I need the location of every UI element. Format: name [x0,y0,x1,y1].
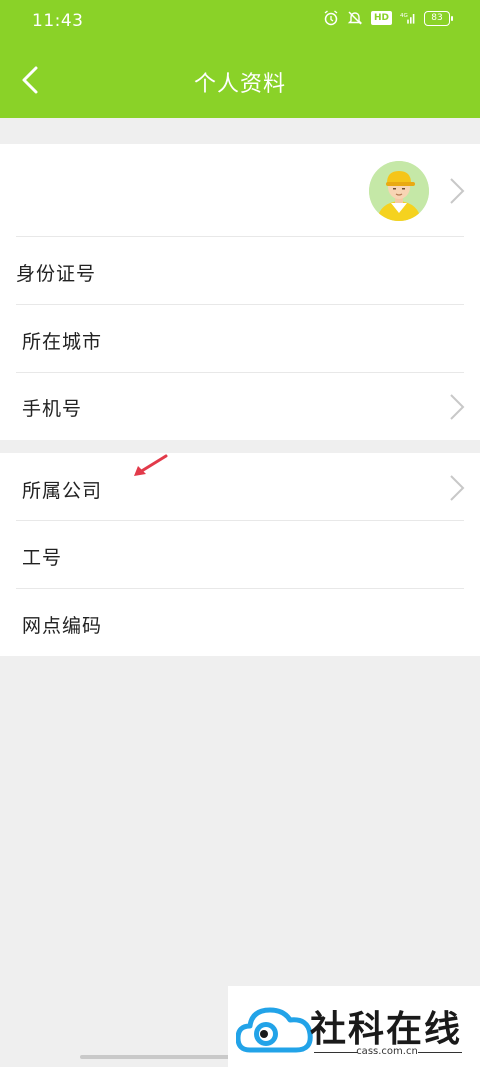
profile-group-basic: 身份证号 所在城市 手机号 [0,144,480,440]
row-employee-id[interactable]: 工号 [0,521,480,589]
avatar-row[interactable] [0,144,480,237]
row-phone[interactable]: 手机号 [0,373,480,440]
row-label: 手机号 [22,398,83,420]
row-label: 所在城市 [22,331,103,353]
home-indicator [80,1055,230,1059]
battery-indicator: 83 [424,10,453,26]
row-label: 所属公司 [22,480,103,502]
watermark: 社科在线 cass.com.cn [228,986,480,1067]
row-company[interactable]: 所属公司 [0,453,480,521]
divider [418,1052,462,1053]
page-title: 个人资料 [193,72,286,97]
watermark-name: 社科在线 [310,1008,463,1050]
row-label: 网点编码 [22,615,103,637]
chevron-right-icon [450,394,465,420]
status-time: 11:43 [32,11,84,31]
row-city[interactable]: 所在城市 [0,305,480,373]
avatar [369,161,429,221]
svg-text:4G: 4G [400,13,408,19]
status-icons: HD 4G 83 [323,10,453,26]
row-id-number[interactable]: 身份证号 [0,237,480,305]
row-label: 工号 [22,547,63,569]
status-bar: 11:43 HD 4G 83 [0,0,480,42]
profile-group-work: 所属公司 工号 网点编码 [0,453,480,656]
chevron-right-icon [450,475,465,501]
nav-bar: 个人资料 [0,42,480,118]
courier-avatar-icon [369,161,429,221]
signal-icon: 4G [400,13,415,24]
mute-bell-icon [347,11,363,25]
chevron-right-icon [450,178,465,204]
row-label: 身份证号 [16,263,97,285]
hd-badge: HD [370,11,392,25]
annotation-arrow-icon [134,454,168,476]
alarm-icon [324,10,338,26]
cloud-logo-icon [236,1007,313,1053]
row-outlet-code[interactable]: 网点编码 [0,589,480,656]
